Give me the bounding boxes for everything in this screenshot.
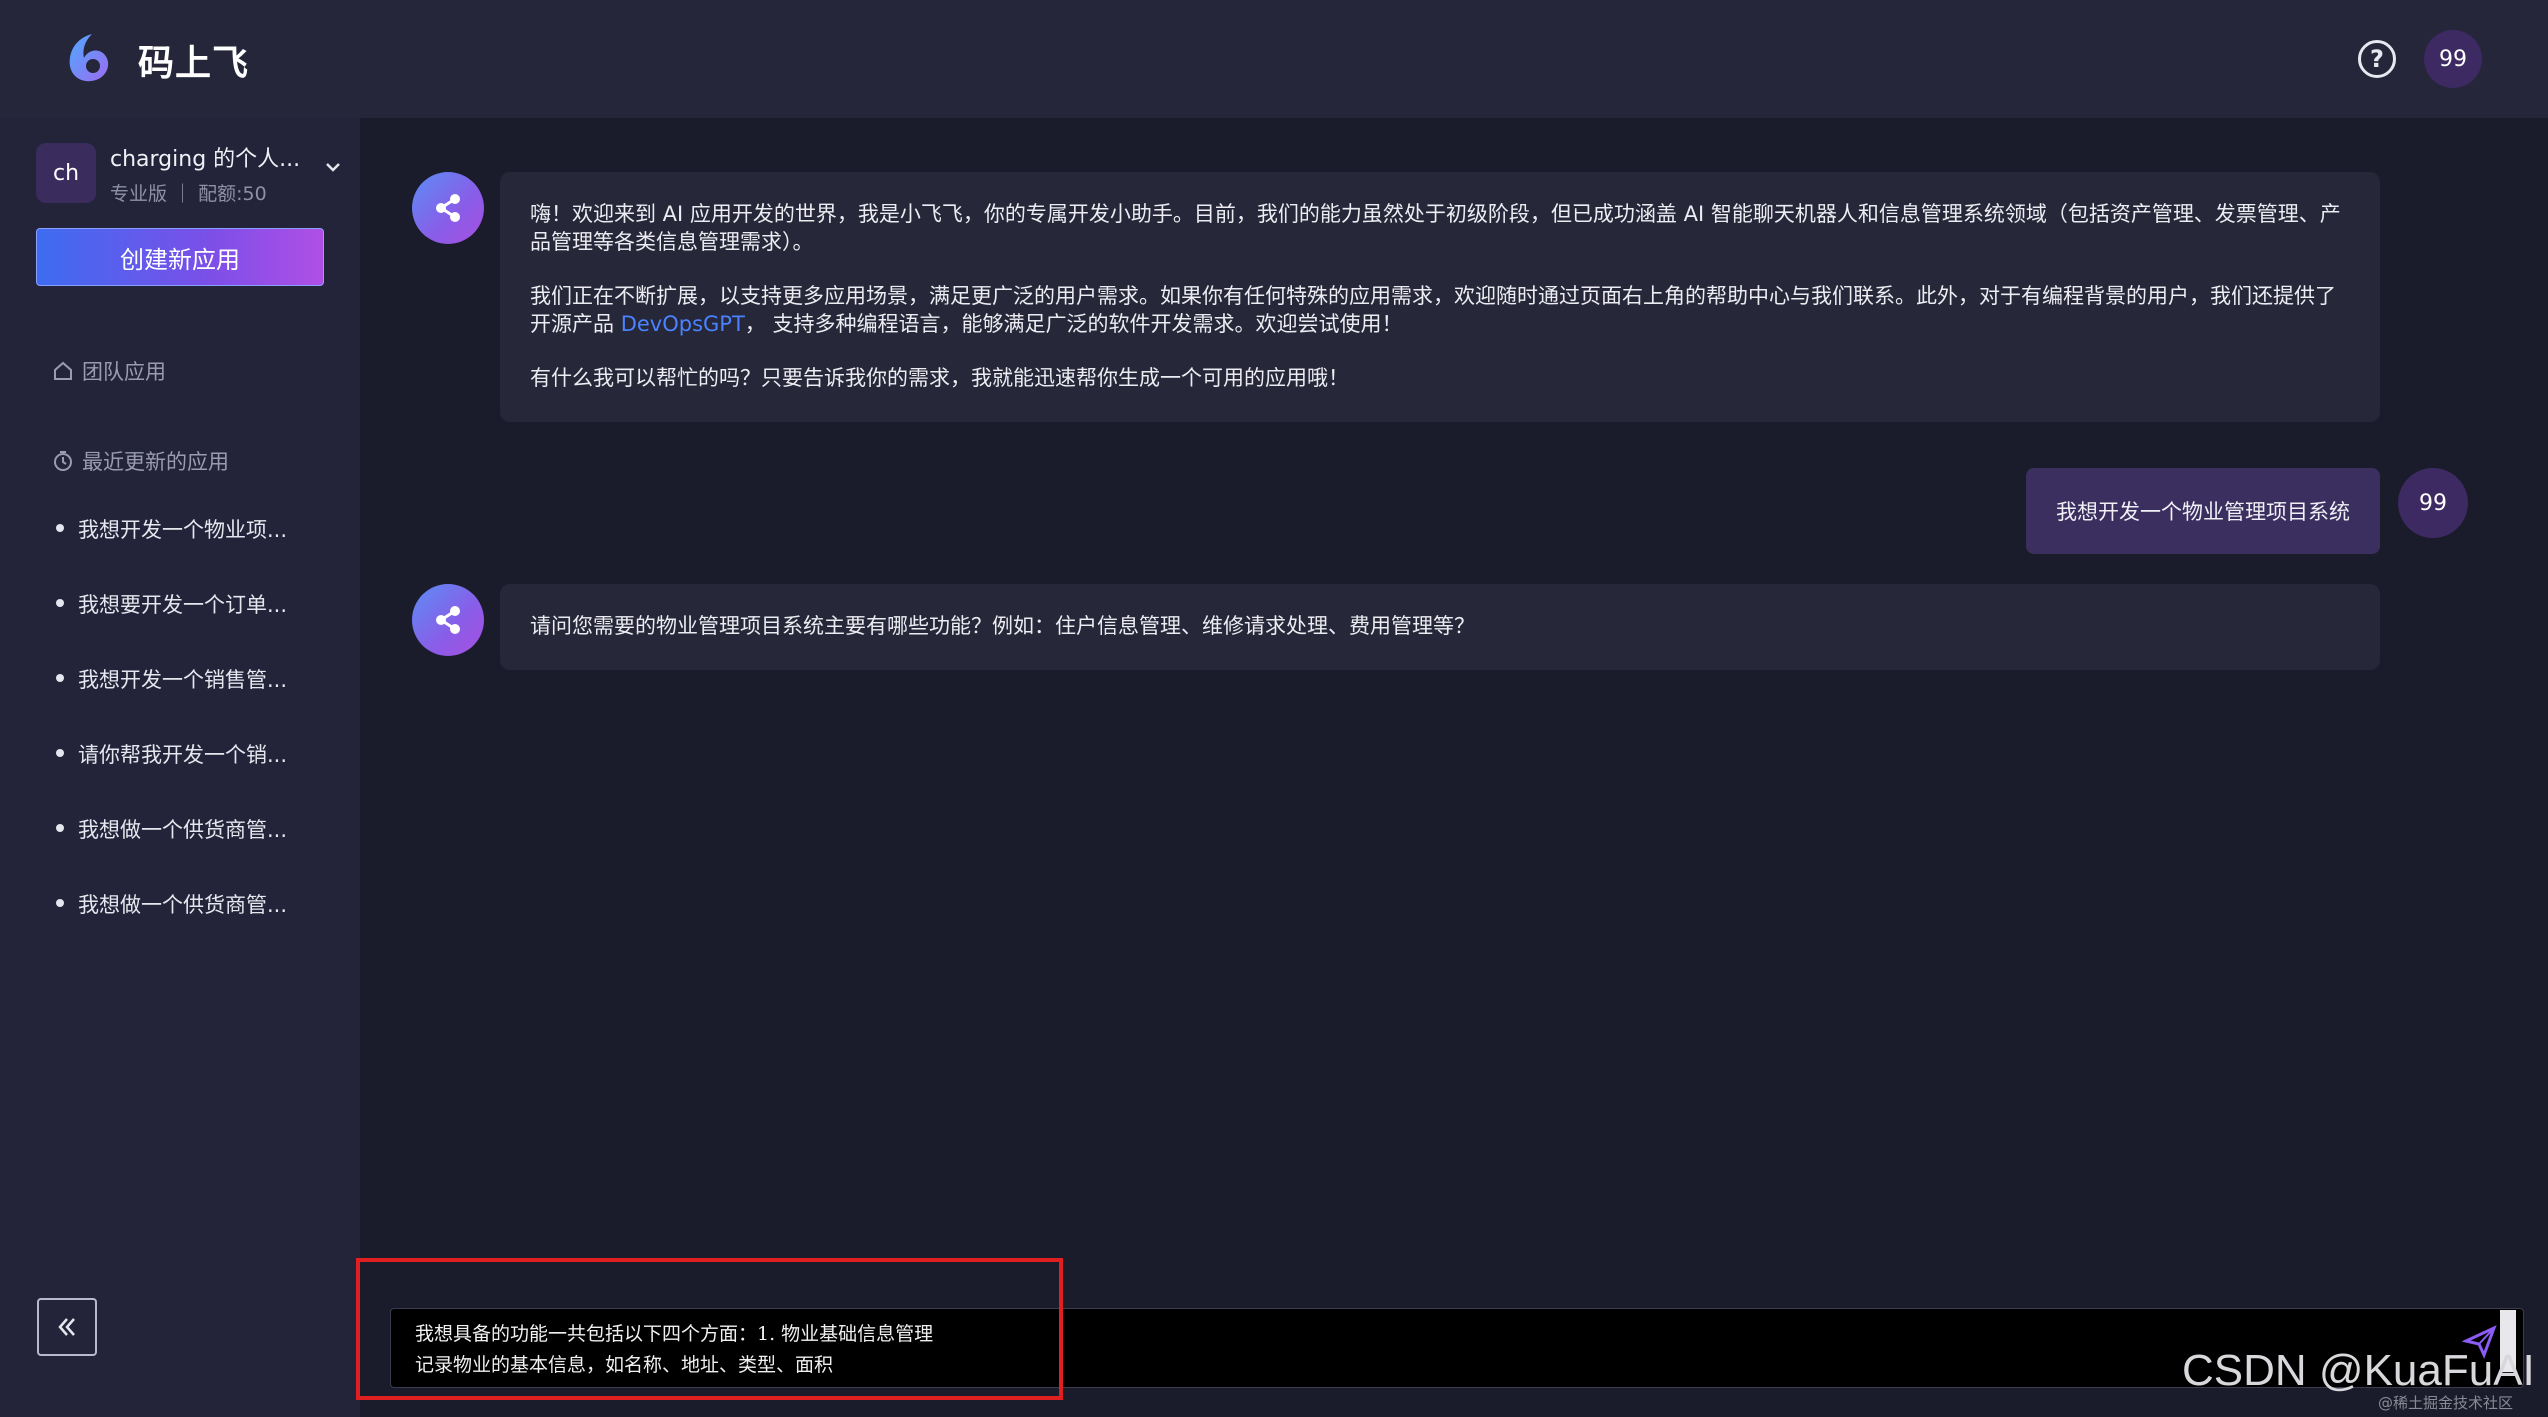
assistant-message: 嗨！欢迎来到 AI 应用开发的世界，我是小飞飞，你的专属开发小助手。目前，我们的… (500, 172, 2380, 422)
collapse-sidebar-button[interactable] (37, 1298, 97, 1356)
list-item[interactable]: 我想做一个供货商管... (56, 814, 346, 889)
clock-icon (54, 451, 72, 471)
assistant-avatar (412, 172, 484, 244)
user-avatar: 99 (2398, 468, 2468, 538)
list-item[interactable]: 我想做一个供货商管... (56, 889, 346, 964)
message-paragraph: 我们正在不断扩展，以支持更多应用场景，满足更广泛的用户需求。如果你有任何特殊的应… (530, 284, 2336, 336)
assistant-message: 请问您需要的物业管理项目系统主要有哪些功能？例如：住户信息管理、维修请求处理、费… (500, 584, 2380, 670)
question-circle-icon[interactable]: ? (2358, 40, 2396, 78)
share-icon (436, 194, 460, 222)
section-label: 最近更新的应用 (82, 450, 229, 474)
message-paragraph: 请问您需要的物业管理项目系统主要有哪些功能？例如：住户信息管理、维修请求处理、费… (530, 614, 1475, 638)
create-app-button[interactable]: 创建新应用 (36, 228, 324, 286)
list-item[interactable]: 我想开发一个物业项... (56, 514, 346, 589)
list-item[interactable]: 我想开发一个销售管... (56, 664, 346, 739)
message-paragraph: 嗨！欢迎来到 AI 应用开发的世界，我是小飞飞，你的专属开发小助手。目前，我们的… (530, 202, 2341, 254)
chevron-down-icon[interactable] (324, 158, 342, 176)
account-name: charging 的个人... (110, 146, 301, 172)
list-item[interactable]: 我想要开发一个订单... (56, 589, 346, 664)
recent-apps-heading: 最近更新的应用 (52, 446, 229, 476)
chat-input-text[interactable]: 我想具备的功能一共包括以下四个方面：1. 物业基础信息管理 记录物业的基本信息，… (415, 1319, 1315, 1385)
account-switcher[interactable]: ch charging 的个人... 专业版 ｜ 配额:50 (36, 140, 346, 206)
sidebar-item-team-apps[interactable]: 团队应用 (52, 356, 166, 386)
assistant-avatar (412, 584, 484, 656)
app-name: 码上飞 (138, 43, 250, 84)
sidebar-item-label: 团队应用 (82, 360, 166, 384)
user-avatar[interactable]: 99 (2424, 30, 2482, 88)
recent-apps-list: 我想开发一个物业项... 我想要开发一个订单... 我想开发一个销售管... 请… (56, 514, 346, 964)
app-logo-icon (69, 34, 109, 82)
share-icon (436, 606, 460, 634)
watermark-small: @稀土掘金技术社区 (2378, 1394, 2514, 1412)
list-item[interactable]: 请你帮我开发一个销... (56, 739, 346, 814)
sidebar: ch charging 的个人... 专业版 ｜ 配额:50 创建新应用 团队应… (0, 118, 360, 1417)
double-chevron-left-icon (58, 1318, 75, 1336)
top-bar: 码上飞 ? 99 (0, 0, 2548, 118)
message-paragraph: 有什么我可以帮忙的吗？只要告诉我你的需求，我就能迅速帮你生成一个可用的应用哦！ (530, 366, 1349, 390)
user-message: 我想开发一个物业管理项目系统 (2026, 468, 2380, 554)
account-plan: 专业版 ｜ 配额:50 (110, 182, 267, 205)
home-icon (54, 361, 72, 380)
watermark: CSDN @KuaFuAI (2182, 1346, 2535, 1395)
devopsgpt-link[interactable]: DevOpsGPT (621, 312, 745, 336)
account-avatar: ch (36, 143, 96, 203)
